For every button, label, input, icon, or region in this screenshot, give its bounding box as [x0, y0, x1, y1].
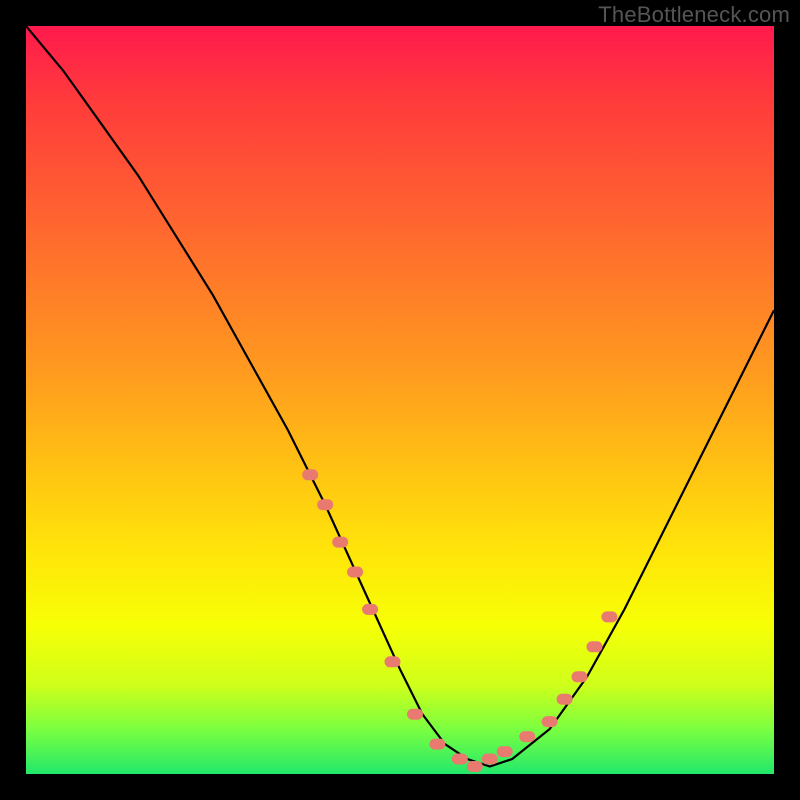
marker-dot	[452, 754, 468, 765]
marker-dot	[407, 709, 423, 720]
marker-dot	[601, 611, 617, 622]
bottleneck-curve	[26, 26, 774, 767]
marker-dot	[482, 754, 498, 765]
plot-area	[26, 26, 774, 774]
marker-dot	[587, 641, 603, 652]
watermark-label: TheBottleneck.com	[598, 2, 790, 28]
chart-frame: TheBottleneck.com	[0, 0, 800, 800]
highlight-markers	[302, 469, 617, 772]
marker-dot	[362, 604, 378, 615]
marker-dot	[557, 694, 573, 705]
marker-dot	[302, 469, 318, 480]
marker-dot	[332, 537, 348, 548]
marker-dot	[572, 671, 588, 682]
marker-dot	[317, 499, 333, 510]
marker-dot	[542, 716, 558, 727]
marker-dot	[467, 761, 483, 772]
marker-dot	[347, 567, 363, 578]
marker-dot	[385, 656, 401, 667]
marker-dot	[519, 731, 535, 742]
chart-svg	[26, 26, 774, 774]
marker-dot	[497, 746, 513, 757]
marker-dot	[429, 739, 445, 750]
